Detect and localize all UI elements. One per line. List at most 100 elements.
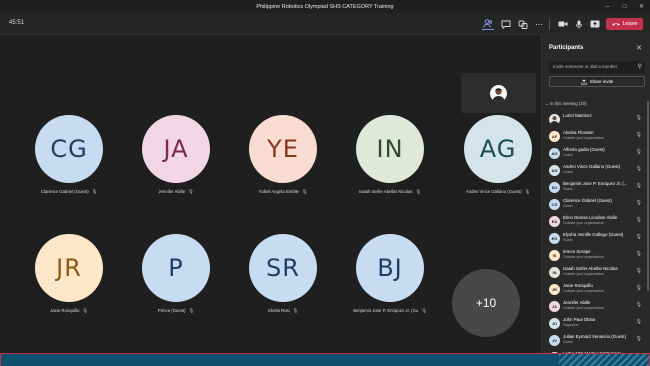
close-window-icon[interactable]: ✕ — [633, 0, 650, 13]
phone-icon — [611, 23, 620, 26]
participant-list-item[interactable]: IS Iemeo Serape Outside your organization 🎙 — [542, 247, 646, 264]
participant-name: Yuibel Angela Emblle — [258, 189, 299, 194]
participant-list-name: Iemeo Serape — [563, 249, 591, 254]
mic-muted-icon: 🎙 — [635, 268, 642, 274]
participant-list-name: Alfredo gadia (Guest) — [563, 147, 605, 152]
participant-name: Jennifer Abille — [158, 189, 186, 194]
participant-tile[interactable]: SR Sheila Rosi 🎙 — [229, 234, 337, 344]
participant-tile[interactable]: CG Clarence Gabriel (Guest) 🎙 — [15, 115, 123, 225]
participant-list-initials: AG — [551, 151, 558, 156]
mic-muted-icon: 🎙 — [635, 336, 642, 342]
participant-list-avatar: CG — [549, 199, 560, 210]
participant-list-initials: JR — [551, 287, 558, 292]
participant-tile[interactable]: YE Yuibel Angela Emblle 🎙 — [229, 115, 337, 225]
participant-list-name: Julian Eymard Venancio (Guest) — [563, 334, 626, 339]
participant-list-avatar: AG — [549, 148, 560, 159]
participant-list-status: Outside your organization — [563, 136, 604, 140]
participant-list-item[interactable]: CG Clarence Gabriel (Guest) Guest 🎙 — [542, 196, 646, 213]
participant-list-status: Guest — [563, 170, 573, 174]
participant-list-item[interactable]: AF Alosha Florante Outside your organizati… — [542, 128, 646, 145]
share-invite-label: Share invite — [589, 79, 614, 84]
title-bar: Philippine Robotics Olympiad SHS CATEGOR… — [0, 0, 650, 13]
teams-meeting-window: Philippine Robotics Olympiad SHS CATEGOR… — [0, 0, 650, 366]
mic-muted-icon: 🎙 — [188, 308, 195, 313]
section-header[interactable]: ⌄ In this meeting (20) — [545, 101, 587, 107]
mic-muted-icon: 🎙 — [292, 308, 299, 313]
participant-list-status: Guest — [563, 153, 573, 157]
mic-muted-icon: 🎙 — [635, 200, 642, 206]
participant-list-item[interactable]: IN Isaiah Seifer Abellar Nicolas Outside y… — [542, 264, 646, 281]
mic-muted-icon: 🎙 — [301, 189, 308, 194]
invite-input[interactable]: Invite someone or dial a number ⚲ — [549, 61, 645, 73]
participant-list-name: Jennifer Abille — [563, 300, 591, 305]
participant-list-avatar: JR — [549, 284, 560, 295]
participant-list-initials: JA — [551, 304, 558, 309]
participant-tile[interactable]: AG Andrei Vince Gallano (Guest) 🎙 — [444, 115, 552, 225]
participant-list-avatar: IS — [549, 250, 560, 261]
participant-name: Isaiah Seifer Abellar Nicolas — [359, 189, 413, 194]
chat-icon[interactable] — [500, 18, 512, 30]
close-icon[interactable]: ✕ — [636, 44, 642, 52]
more-icon[interactable]: ⋯ — [533, 18, 545, 30]
participant-avatar: AG — [464, 115, 532, 183]
participant-list-initials: AF — [551, 134, 558, 139]
participant-list-name: Loriel Martinez — [563, 113, 592, 118]
participant-list-item[interactable]: JO John Paul Obina Organizer 🎙 — [542, 315, 646, 332]
participant-list-item[interactable]: EA Elmo Denise Licudine Abille Outside you… — [542, 213, 646, 230]
leave-button[interactable]: Leave — [606, 18, 643, 30]
participant-tile[interactable]: BJ Benjamin Jose P. Enriquez Jr. (Gu 🎙 — [336, 234, 444, 344]
participant-name: Andrei Vince Gallano (Guest) — [465, 189, 522, 194]
more-participants-button[interactable]: +10 — [452, 269, 520, 337]
share-invite-button[interactable]: Share invite — [549, 76, 645, 87]
minimize-icon[interactable]: – — [599, 0, 616, 13]
participant-tile[interactable]: JR Jacie Ronquillo 🎙 — [15, 234, 123, 344]
participant-list-item[interactable]: EG Elysha Jemille Gallego (Guest) Guest 🎙 — [542, 230, 646, 247]
share-icon[interactable] — [589, 18, 601, 30]
mic-muted-icon: 🎙 — [635, 217, 642, 223]
participant-name-row: Clarence Gabriel (Guest) 🎙 — [15, 189, 123, 195]
taskbar-strip — [0, 353, 650, 366]
panel-scrollbar[interactable] — [647, 101, 649, 291]
participant-name: Prince (Guest) — [157, 308, 186, 313]
participant-list-item[interactable]: JR Jacie Ronquillo Outside your organizati… — [542, 281, 646, 298]
participant-avatar: JR — [35, 234, 103, 302]
participant-name-row: Jennifer Abille 🎙 — [122, 189, 230, 195]
search-icon[interactable]: ⚲ — [638, 63, 642, 70]
participant-avatar: IN — [356, 115, 424, 183]
participant-list-avatar — [549, 114, 560, 125]
participant-list-item[interactable]: BJ Benjamin Jose P. Enriquez Jr. (... Gues… — [542, 179, 646, 196]
participant-avatar: JA — [142, 115, 210, 183]
maximize-icon[interactable]: □ — [616, 0, 633, 13]
participant-list-item[interactable]: AG Alfredo gadia (Guest) Guest 🎙 — [542, 145, 646, 162]
participant-name-row: Andrei Vince Gallano (Guest) 🎙 — [444, 189, 552, 195]
camera-icon[interactable] — [557, 18, 569, 30]
participant-list-item[interactable]: AG Andrei Vince Gallano (Guest) Guest 🎙 — [542, 162, 646, 179]
participant-list-name: Elmo Denise Licudine Abille — [563, 215, 618, 220]
self-view[interactable] — [461, 73, 536, 113]
people-icon[interactable] — [482, 18, 494, 30]
participant-list-status: Guest — [563, 340, 573, 344]
mic-muted-icon: 🎙 — [635, 302, 642, 308]
mic-muted-icon: 🎙 — [635, 251, 642, 257]
participant-tile[interactable]: IN Isaiah Seifer Abellar Nicolas 🎙 — [336, 115, 444, 225]
participant-list-item[interactable]: Loriel Martinez 🎙 — [542, 111, 646, 128]
participant-name-row: Jacie Ronquillo 🎙 — [15, 308, 123, 314]
invite-placeholder: Invite someone or dial a number — [553, 64, 618, 69]
mic-muted-icon: 🎙 — [91, 189, 98, 194]
participant-list-initials: JO — [551, 321, 558, 326]
participant-tile[interactable]: P Prince (Guest) 🎙 — [122, 234, 230, 344]
participant-list-initials: JV — [552, 338, 557, 343]
mic-icon[interactable] — [573, 18, 585, 30]
participant-list-status: Outside your organization — [563, 221, 604, 225]
mic-muted-icon: 🎙 — [635, 166, 642, 172]
participant-list-status: Outside your organization — [563, 289, 604, 293]
participant-list-item[interactable]: JV Julian Eymard Venancio (Guest) Guest 🎙 — [542, 332, 646, 349]
participant-list-status: Outside your organization — [563, 255, 604, 259]
reactions-icon[interactable] — [517, 18, 529, 30]
participant-tile[interactable]: JA Jennifer Abille 🎙 — [122, 115, 230, 225]
participant-name-row: Isaiah Seifer Abellar Nicolas 🎙 — [336, 189, 444, 195]
participant-list-initials: IN — [552, 270, 557, 275]
participant-list-item[interactable]: JA Jennifer Abille Outside your organizati… — [542, 298, 646, 315]
participant-list-name: Clarence Gabriel (Guest) — [563, 198, 612, 203]
mic-muted-icon: 🎙 — [635, 115, 642, 121]
